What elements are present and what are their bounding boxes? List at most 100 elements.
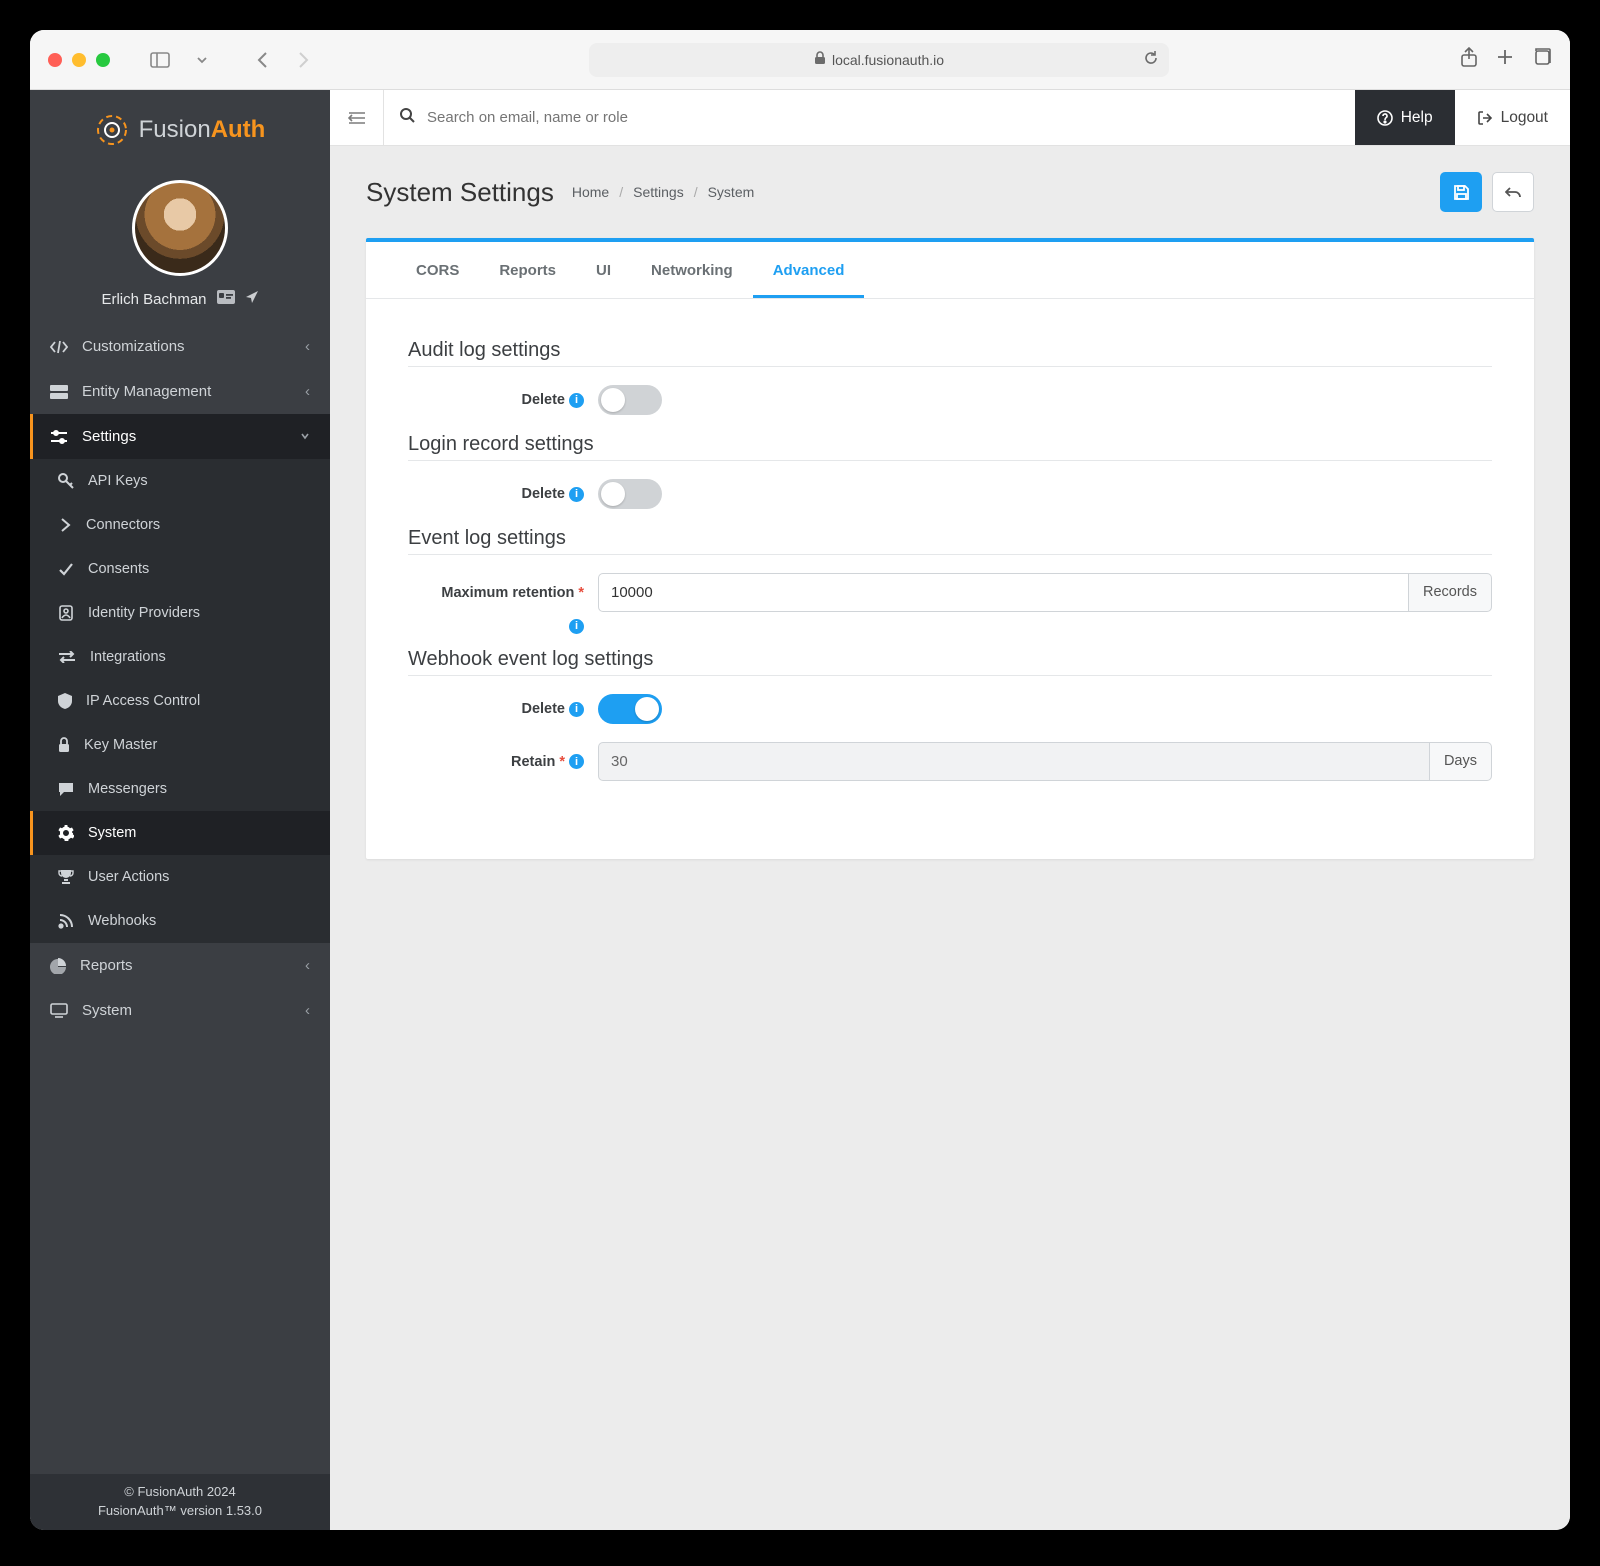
refresh-icon[interactable] xyxy=(1143,50,1159,69)
back-icon[interactable] xyxy=(248,47,278,73)
webhook-retain-input[interactable] xyxy=(598,742,1430,781)
nav-key-master[interactable]: Key Master xyxy=(30,723,330,767)
plus-icon[interactable] xyxy=(1496,48,1514,71)
search-input[interactable] xyxy=(427,109,1339,126)
crumb-home[interactable]: Home xyxy=(572,184,609,200)
nav-identity-providers[interactable]: Identity Providers xyxy=(30,591,330,635)
share-icon[interactable] xyxy=(1460,47,1478,72)
nav-customizations[interactable]: Customizations ‹ xyxy=(30,324,330,369)
trophy-icon xyxy=(58,869,74,885)
help-button[interactable]: Help xyxy=(1355,90,1455,145)
nav-system-settings[interactable]: System xyxy=(30,811,330,855)
info-icon[interactable]: i xyxy=(569,754,584,769)
search-icon xyxy=(400,108,415,128)
settings-subnav: API Keys Connectors Consents Identity Pr… xyxy=(30,459,330,943)
required-mark: * xyxy=(578,585,584,601)
url-bar[interactable]: local.fusionauth.io xyxy=(589,43,1169,77)
login-delete-toggle[interactable] xyxy=(598,479,662,509)
chevron-right-icon xyxy=(58,517,72,533)
brand-text-1: Fusion xyxy=(139,116,211,143)
browser-window: local.fusionauth.io FusionAuth Erlich Ba… xyxy=(30,30,1570,1530)
check-icon xyxy=(58,562,74,576)
settings-panel: CORS Reports UI Networking Advanced Audi… xyxy=(366,238,1534,859)
webhook-delete-toggle[interactable] xyxy=(598,694,662,724)
webhook-retain-label: Retain xyxy=(511,754,555,770)
nav-webhooks[interactable]: Webhooks xyxy=(30,899,330,943)
sidebar: FusionAuth Erlich Bachman Customizations… xyxy=(30,90,330,1530)
nav-integrations[interactable]: Integrations xyxy=(30,635,330,679)
tabs-icon[interactable] xyxy=(1532,47,1552,72)
nav-api-keys[interactable]: API Keys xyxy=(30,459,330,503)
footer-version: FusionAuth™ version 1.53.0 xyxy=(30,1501,330,1520)
webhook-delete-label: Delete xyxy=(521,701,565,717)
tab-advanced[interactable]: Advanced xyxy=(753,242,865,298)
nav-settings[interactable]: Settings xyxy=(30,414,330,459)
save-button[interactable] xyxy=(1440,172,1482,212)
footer-copyright: © FusionAuth 2024 xyxy=(30,1482,330,1501)
location-arrow-icon[interactable] xyxy=(245,290,259,308)
nav-messengers[interactable]: Messengers xyxy=(30,767,330,811)
undo-button[interactable] xyxy=(1492,172,1534,212)
tab-networking[interactable]: Networking xyxy=(631,242,753,298)
logout-button[interactable]: Logout xyxy=(1455,90,1570,145)
chevron-left-icon: ‹ xyxy=(305,1002,310,1019)
audit-delete-toggle[interactable] xyxy=(598,385,662,415)
event-heading: Event log settings xyxy=(408,527,1492,550)
nav-connectors[interactable]: Connectors xyxy=(30,503,330,547)
nav-entity-management[interactable]: Entity Management ‹ xyxy=(30,369,330,414)
webhook-heading: Webhook event log settings xyxy=(408,648,1492,671)
url-text: local.fusionauth.io xyxy=(832,52,944,68)
audit-heading: Audit log settings xyxy=(408,339,1492,362)
nav-reports[interactable]: Reports ‹ xyxy=(30,943,330,988)
pie-chart-icon xyxy=(50,958,66,974)
chevron-down-icon[interactable] xyxy=(188,50,216,70)
crumb-settings[interactable]: Settings xyxy=(633,184,684,200)
event-retention-unit: Records xyxy=(1409,573,1492,612)
sidebar-toggle-icon[interactable] xyxy=(142,48,178,72)
crumb-system: System xyxy=(708,184,755,200)
tab-ui[interactable]: UI xyxy=(576,242,631,298)
exchange-icon xyxy=(58,651,76,663)
lock-icon xyxy=(58,737,70,753)
info-icon[interactable]: i xyxy=(569,487,584,502)
brand-logo[interactable]: FusionAuth xyxy=(30,90,330,170)
key-icon xyxy=(58,473,74,489)
undo-icon xyxy=(1505,185,1522,200)
nav-consents[interactable]: Consents xyxy=(30,547,330,591)
nav-user-actions[interactable]: User Actions xyxy=(30,855,330,899)
info-icon[interactable]: i xyxy=(569,702,584,717)
comment-icon xyxy=(58,782,74,797)
topbar: Help Logout xyxy=(330,90,1570,146)
chevron-left-icon: ‹ xyxy=(305,338,310,355)
lock-icon xyxy=(814,51,826,68)
server-icon xyxy=(50,385,68,399)
minimize-window-icon[interactable] xyxy=(72,53,86,67)
sidebar-footer: © FusionAuth 2024 FusionAuth™ version 1.… xyxy=(30,1474,330,1530)
avatar[interactable] xyxy=(132,180,228,276)
sliders-icon xyxy=(50,430,68,444)
user-name: Erlich Bachman xyxy=(101,291,206,308)
chevron-left-icon: ‹ xyxy=(305,383,310,400)
required-mark: * xyxy=(559,754,565,770)
close-window-icon[interactable] xyxy=(48,53,62,67)
id-card-icon[interactable] xyxy=(217,290,235,308)
id-badge-icon xyxy=(58,605,74,621)
forward-icon[interactable] xyxy=(288,47,318,73)
browser-chrome: local.fusionauth.io xyxy=(30,30,1570,90)
divider xyxy=(408,366,1492,367)
tab-cors[interactable]: CORS xyxy=(396,242,479,298)
maximize-window-icon[interactable] xyxy=(96,53,110,67)
nav-ip-access-control[interactable]: IP Access Control xyxy=(30,679,330,723)
chevron-down-icon xyxy=(300,428,310,445)
main-area: Help Logout System Settings Home/ Settin… xyxy=(330,90,1570,1530)
info-icon[interactable]: i xyxy=(569,619,584,634)
info-icon[interactable]: i xyxy=(569,393,584,408)
audit-delete-label: Delete xyxy=(521,392,565,408)
collapse-sidebar-button[interactable] xyxy=(330,90,384,145)
divider xyxy=(408,554,1492,555)
tab-reports[interactable]: Reports xyxy=(479,242,576,298)
nav-system[interactable]: System ‹ xyxy=(30,988,330,1033)
rss-icon xyxy=(58,913,74,929)
event-retention-input[interactable] xyxy=(598,573,1409,612)
brand-text-2: Auth xyxy=(211,116,266,143)
